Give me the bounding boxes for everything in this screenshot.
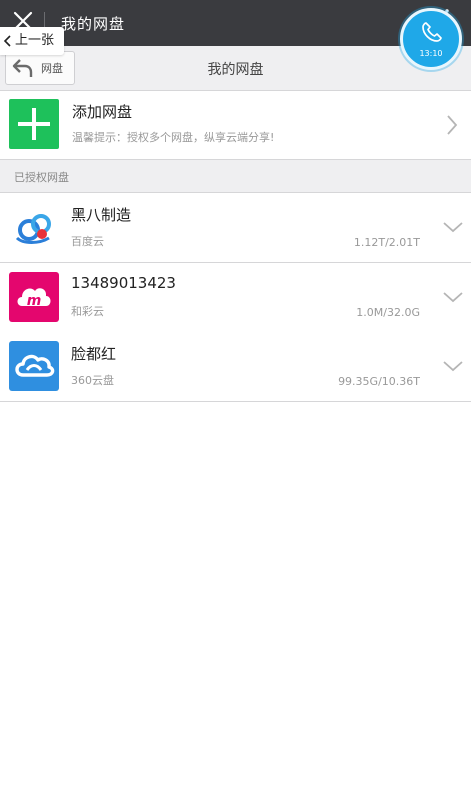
disk-usage: 1.12T/2.01T (353, 236, 420, 249)
add-disk-hint: 温馨提示：授权多个网盘，纵享云端分享! (72, 131, 275, 144)
sub-header-title: 我的网盘 (207, 62, 264, 78)
previous-button[interactable]: 上一张 (0, 27, 65, 55)
chevron-down-icon[interactable] (442, 359, 464, 373)
disk-provider: 百度云 (71, 235, 104, 248)
disk-row-baidu[interactable]: 黑八制造 百度云 1.12T/2.01T (0, 193, 471, 263)
disk-row-hecaiyun[interactable]: m 13489013423 和彩云 1.0M/32.0G (0, 263, 471, 333)
section-title: 已授权网盘 (14, 171, 69, 184)
call-time: 13:10 (419, 49, 443, 58)
disk-provider: 和彩云 (71, 305, 104, 318)
phone-icon (422, 22, 442, 42)
disk-row-360[interactable]: 脸都红 360云盘 99.35G/10.36T (0, 332, 471, 402)
plus-icon (9, 99, 59, 149)
section-header: 已授权网盘 (0, 160, 471, 193)
chevron-left-icon (3, 35, 11, 47)
disk-provider: 360云盘 (71, 374, 114, 387)
page-title: 我的网盘 (61, 15, 126, 33)
hecaiyun-icon: m (9, 272, 59, 322)
yunpan-360-icon (9, 341, 59, 391)
chevron-down-icon[interactable] (442, 220, 464, 234)
svg-text:m: m (27, 293, 42, 309)
disk-usage: 99.35G/10.36T (338, 375, 420, 388)
sub-header: 网盘 我的网盘 (0, 46, 471, 91)
add-disk-row[interactable]: 添加网盘 温馨提示：授权多个网盘，纵享云端分享! (0, 91, 471, 160)
previous-label: 上一张 (15, 33, 55, 48)
chevron-down-icon[interactable] (442, 290, 464, 304)
disk-usage: 1.0M/32.0G (356, 306, 420, 319)
disk-name: 脸都红 (71, 345, 117, 363)
chevron-right-icon (447, 115, 458, 135)
baidu-cloud-icon (9, 202, 59, 252)
call-button[interactable]: 13:10 (400, 8, 462, 70)
add-disk-title: 添加网盘 (72, 103, 133, 121)
disk-name: 黑八制造 (71, 206, 132, 224)
disk-name: 13489013423 (71, 274, 176, 292)
